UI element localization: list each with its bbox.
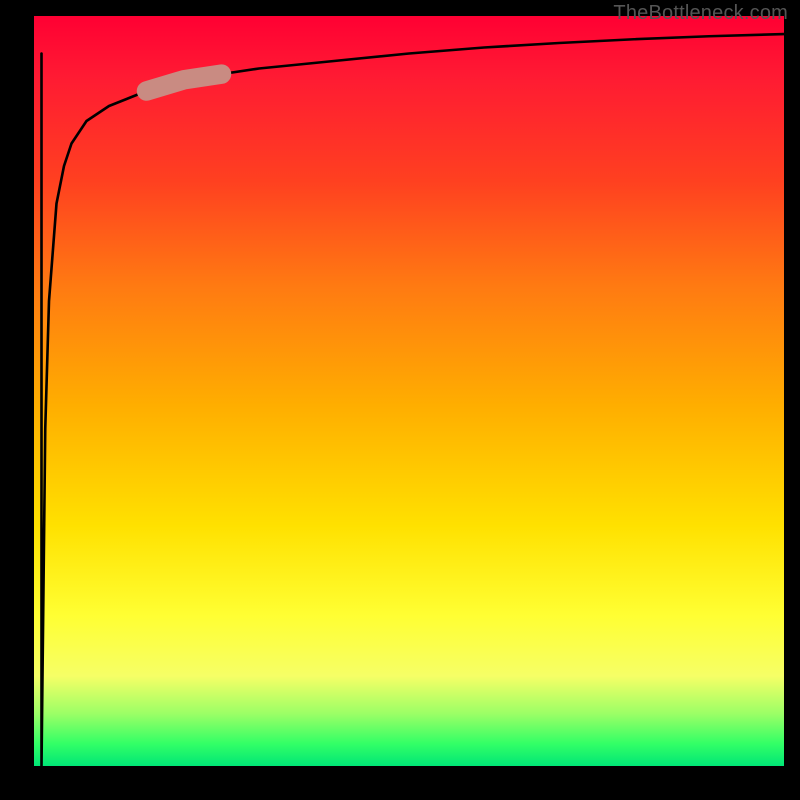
chart-container: TheBottleneck.com (0, 0, 800, 800)
watermark-text: TheBottleneck.com (613, 2, 788, 25)
plot-area (34, 16, 784, 766)
